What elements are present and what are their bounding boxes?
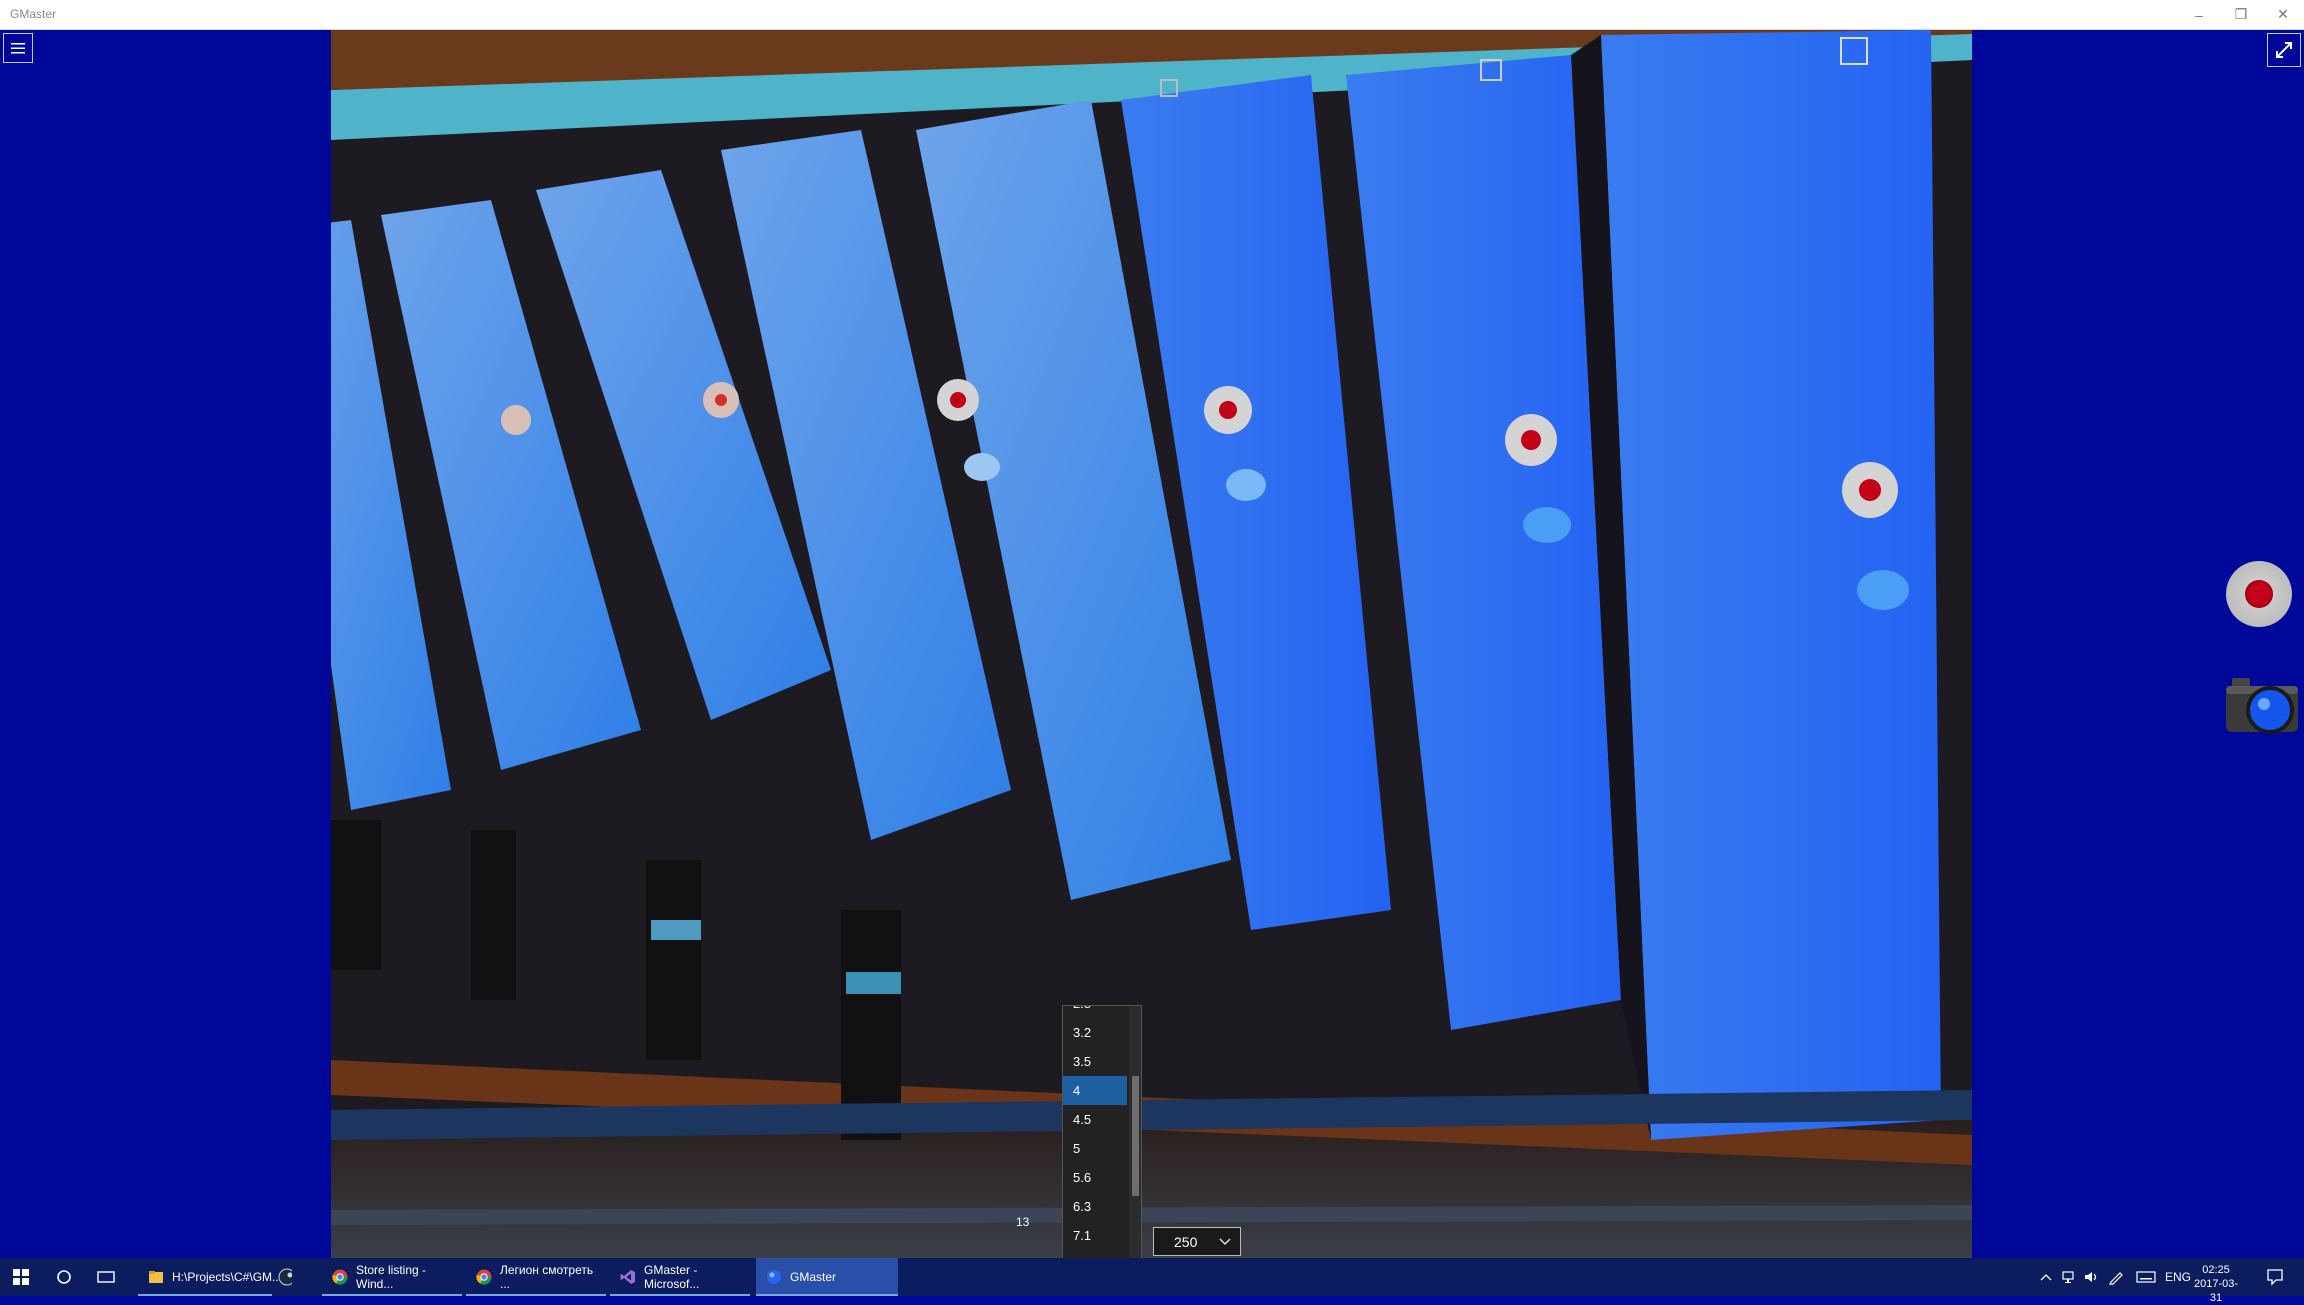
- chevron-up-icon: [2040, 1274, 2052, 1281]
- minimize-icon: –: [2195, 6, 2203, 23]
- pen-icon: [2109, 1272, 2123, 1285]
- aperture-dropdown-list[interactable]: 2.8 3.2 3.5 4 4.5 5 5.6 6.3 7.1 8: [1062, 1005, 1142, 1279]
- aperture-option[interactable]: 3.5: [1063, 1047, 1127, 1076]
- camera-button[interactable]: [2224, 676, 2304, 738]
- chevron-down-icon: [1219, 1238, 1231, 1246]
- chrome-icon: [476, 1269, 492, 1285]
- camera-icon: [2226, 678, 2298, 734]
- iso-select[interactable]: 250: [1153, 1227, 1241, 1256]
- keyboard-icon: [2136, 1271, 2156, 1283]
- tray-chevron[interactable]: [2040, 1258, 2052, 1296]
- action-center-button[interactable]: [2266, 1258, 2284, 1296]
- task-view-button[interactable]: [86, 1258, 126, 1296]
- tray-pen[interactable]: [2108, 1258, 2124, 1296]
- aperture-option[interactable]: 3.2: [1063, 1018, 1127, 1047]
- record-button[interactable]: [2226, 561, 2292, 627]
- aperture-option[interactable]: 5.6: [1063, 1163, 1127, 1192]
- folder-icon: [149, 1271, 163, 1283]
- aperture-option[interactable]: 7.1: [1063, 1221, 1127, 1250]
- volume-icon: [2085, 1272, 2097, 1282]
- clock-date: 2017-03-31: [2193, 1278, 2239, 1304]
- taskbar-app-label: GMaster: [790, 1270, 837, 1284]
- notification-icon: [2267, 1269, 2283, 1286]
- chrome-icon: [332, 1269, 348, 1285]
- iso-value: 250: [1174, 1233, 1198, 1250]
- close-icon: ✕: [2277, 6, 2289, 22]
- camera-preview: [331, 30, 1972, 1258]
- taskbar-app-gmaster[interactable]: GMaster: [756, 1258, 898, 1296]
- network-icon: [2062, 1271, 2074, 1283]
- aperture-scrollbar[interactable]: [1129, 1006, 1141, 1278]
- clock-time: 02:25: [2202, 1264, 2230, 1276]
- windows-logo-icon: [13, 1269, 29, 1285]
- aperture-option[interactable]: 5: [1063, 1134, 1127, 1163]
- window-title: GMaster: [10, 7, 57, 21]
- aperture-option[interactable]: 4.5: [1063, 1105, 1127, 1134]
- restore-icon: ❐: [2234, 6, 2248, 22]
- taskbar-app-chrome-legion[interactable]: Легион смотреть ...: [466, 1258, 606, 1296]
- gmaster-icon: [767, 1270, 781, 1284]
- aperture-option[interactable]: 2.8: [1063, 1006, 1127, 1018]
- tray-volume[interactable]: [2084, 1258, 2100, 1296]
- taskbar-app-label: H:\Projects\C#\GM...: [172, 1270, 283, 1284]
- close-button[interactable]: ✕: [2262, 0, 2304, 29]
- search-button[interactable]: [44, 1258, 84, 1296]
- fullscreen-button[interactable]: [2267, 33, 2301, 67]
- aperture-option[interactable]: 6.3: [1063, 1192, 1127, 1221]
- aperture-option-selected[interactable]: 4: [1063, 1076, 1127, 1105]
- clock[interactable]: 02:25 2017-03-31: [2188, 1263, 2244, 1305]
- taskbar-app-label: GMaster - Microsof...: [644, 1263, 700, 1291]
- restore-button[interactable]: ❐: [2220, 0, 2262, 29]
- taskbar-app-explorer[interactable]: H:\Projects\C#\GM...: [138, 1258, 282, 1296]
- tray-network[interactable]: [2062, 1258, 2078, 1296]
- steam-icon: [278, 1268, 293, 1286]
- menu-button[interactable]: [3, 33, 33, 63]
- record-icon: [2245, 580, 2273, 608]
- tray-keyboard[interactable]: [2136, 1258, 2156, 1296]
- app-area: 13 2.8 3.2 3.5 4 4.5 5 5.6 6.3 7.1 8 250: [0, 30, 2304, 1279]
- taskbar-steam[interactable]: [278, 1258, 318, 1296]
- taskbar: H:\Projects\C#\GM... Store listing - Win…: [0, 1258, 2304, 1304]
- start-button[interactable]: [0, 1258, 42, 1296]
- taskbar-app-visual-studio[interactable]: GMaster - Microsof...: [610, 1258, 750, 1296]
- hamburger-icon: [11, 43, 25, 54]
- expand-icon: [2276, 42, 2292, 58]
- preview-image: [331, 30, 1972, 1258]
- taskbar-app-label: Легион смотреть ...: [500, 1263, 594, 1291]
- taskbar-app-label: Store listing - Wind...: [356, 1263, 427, 1291]
- minimize-button[interactable]: –: [2178, 0, 2220, 29]
- taskbar-app-chrome-store[interactable]: Store listing - Wind...: [322, 1258, 462, 1296]
- title-bar: GMaster – ❐ ✕: [0, 0, 2304, 30]
- cortana-icon: [57, 1270, 71, 1284]
- visual-studio-icon: [620, 1270, 635, 1284]
- task-view-icon: [97, 1271, 115, 1283]
- frame-counter: 13: [1016, 1215, 1030, 1229]
- aperture-scroll-thumb[interactable]: [1132, 1076, 1139, 1196]
